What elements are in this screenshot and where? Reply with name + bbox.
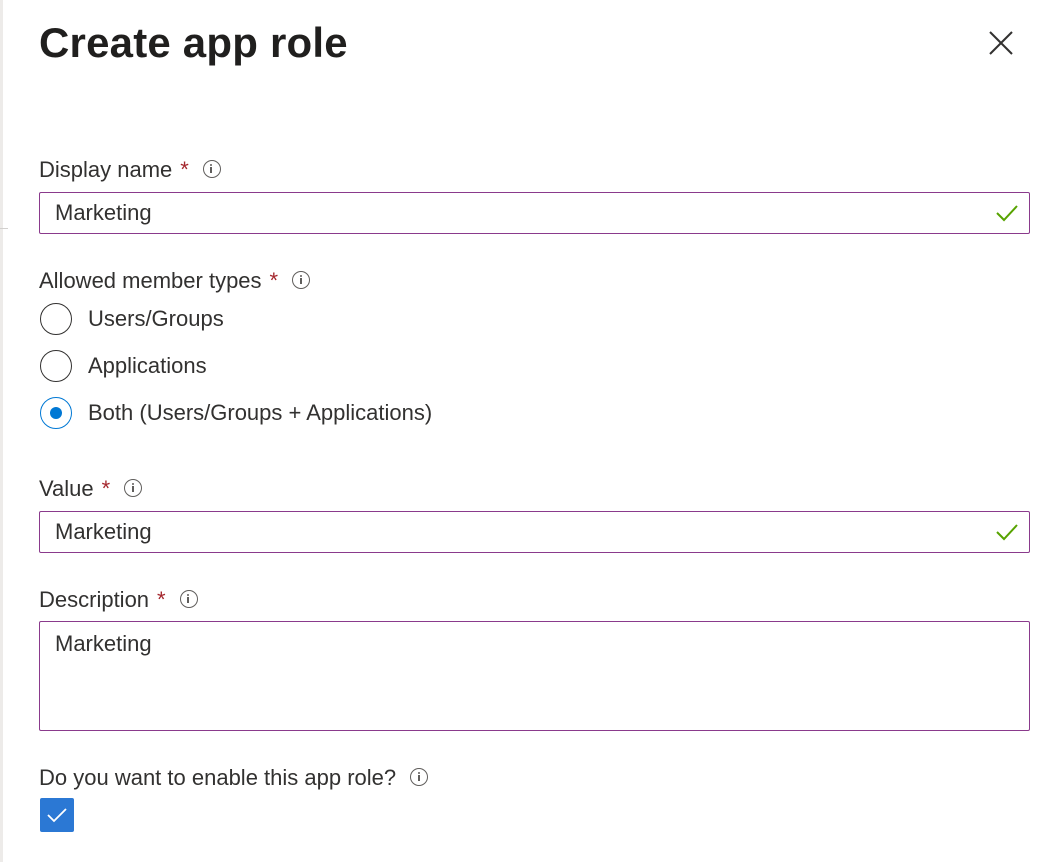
member-types-label: Allowed member types * [39,267,311,295]
info-icon[interactable] [124,479,143,498]
value-label: Value * [39,475,143,503]
info-icon[interactable] [292,271,311,290]
radio-button[interactable] [40,303,72,335]
display-name-label-text: Display name [39,157,173,182]
required-marker: * [180,157,189,182]
panel-left-border [0,0,3,862]
display-name-field[interactable] [39,192,1030,234]
value-field[interactable] [39,511,1030,553]
value-label-text: Value [39,476,94,501]
info-icon[interactable] [410,768,429,787]
required-marker: * [269,268,279,293]
checkmark-icon [996,524,1018,541]
close-icon [989,31,1013,55]
panel-divider-notch [0,228,8,229]
description-field[interactable]: Marketing [39,621,1030,731]
panel-title: Create app role [39,19,348,66]
radio-label: Both (Users/Groups + Applications) [88,400,433,425]
info-icon[interactable] [179,590,198,609]
checkmark-icon [47,808,67,823]
radio-button[interactable] [40,350,72,382]
radio-button-selected[interactable] [40,397,72,429]
radio-label: Users/Groups [88,306,224,331]
description-label-text: Description [39,587,150,612]
required-marker: * [101,476,111,501]
close-button[interactable] [982,24,1020,62]
required-marker: * [157,587,166,612]
enable-checkbox[interactable] [40,798,74,832]
checkmark-icon [996,205,1018,222]
radio-label: Applications [88,353,207,378]
display-name-label: Display name * [39,156,221,184]
display-name-input[interactable] [40,193,980,233]
enable-label-text: Do you want to enable this app role? [39,765,397,790]
member-types-label-text: Allowed member types [39,268,262,293]
info-icon[interactable] [202,160,221,179]
enable-label: Do you want to enable this app role? [39,764,429,792]
description-textarea[interactable]: Marketing [40,622,1029,730]
description-label: Description * [39,586,198,614]
value-input[interactable] [40,512,980,552]
